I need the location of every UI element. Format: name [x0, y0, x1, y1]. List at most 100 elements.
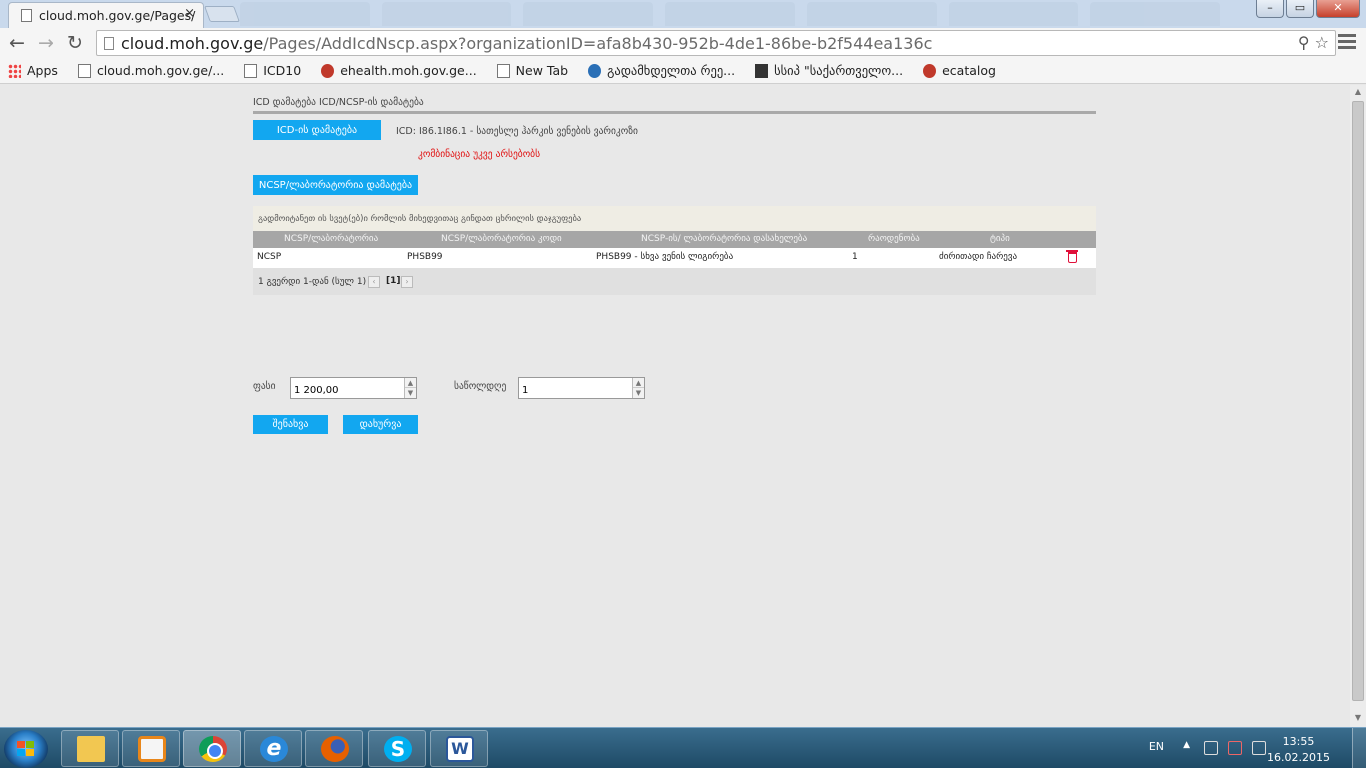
taskbar-skype[interactable]: S: [368, 730, 426, 767]
bookmark-label: New Tab: [515, 63, 569, 78]
minimize-button[interactable]: –: [1256, 0, 1284, 18]
add-ncsp-button[interactable]: NCSP/ლაბორატორია დამატება: [253, 175, 418, 195]
cell-code: PHSB99: [407, 252, 443, 262]
taskbar-explorer[interactable]: [61, 730, 119, 767]
bookmark-label: cloud.moh.gov.ge/...: [96, 63, 225, 78]
price-input[interactable]: [291, 380, 416, 401]
save-button[interactable]: შენახვა: [253, 415, 328, 434]
bookmark-item[interactable]: Apps: [8, 63, 58, 78]
pager-next-button[interactable]: ›: [401, 276, 413, 288]
price-stepper[interactable]: ▲▼: [290, 377, 417, 401]
column-header-quantity[interactable]: რაოდენობა: [868, 234, 920, 244]
scroll-up-icon[interactable]: ▲: [1350, 87, 1366, 101]
system-tray: EN ▲ 13:55 16.02.2015: [1126, 728, 1366, 768]
price-label: ფასი: [253, 381, 276, 392]
page-icon: [77, 63, 91, 78]
chrome-menu-icon[interactable]: [1338, 34, 1356, 52]
bookmark-label: გადამხდელთა რეე...: [607, 63, 736, 78]
new-tab-button[interactable]: [204, 6, 240, 22]
bookmark-item[interactable]: ICD10: [244, 63, 301, 78]
show-desktop-button[interactable]: [1352, 728, 1366, 768]
folder-icon: [77, 736, 105, 762]
delete-row-trash-icon[interactable]: [1066, 250, 1078, 263]
page-info-icon: [104, 37, 114, 50]
tab-title: cloud.moh.gov.ge/Pages/: [39, 8, 196, 23]
clock-time: 13:55: [1282, 735, 1315, 748]
price-increment-icon[interactable]: ▲: [405, 378, 416, 388]
address-bar[interactable]: cloud.moh.gov.ge/Pages/AddIcdNscp.aspx?o…: [96, 30, 1336, 56]
cell-quantity: 1: [852, 252, 858, 262]
browser-tab-active[interactable]: cloud.moh.gov.ge/Pages/ ×: [8, 2, 204, 28]
back-arrow-icon[interactable]: ←: [6, 32, 28, 54]
taskbar-firefox[interactable]: [305, 730, 363, 767]
column-header-name[interactable]: NCSP-ის/ ლაბორატორია დასახელება: [641, 234, 807, 244]
start-button[interactable]: [4, 730, 48, 768]
taskbar-media-player[interactable]: [122, 730, 180, 767]
taskbar-internet-explorer[interactable]: e: [244, 730, 302, 767]
windows-logo-icon: [17, 741, 35, 757]
network-icon[interactable]: [1204, 741, 1218, 755]
bookmark-label: ICD10: [263, 63, 302, 78]
taskbar-chrome[interactable]: [183, 730, 241, 767]
globe-icon: [588, 63, 602, 78]
breadcrumb-divider: [253, 111, 1096, 114]
column-header-type[interactable]: ტიპი: [990, 234, 1010, 244]
internet-explorer-icon: e: [260, 736, 288, 762]
column-header-code[interactable]: NCSP/ლაბორატორია კოდი: [441, 234, 562, 244]
page-icon: [244, 63, 258, 78]
ecatalog-icon: [923, 63, 937, 78]
table-row[interactable]: NCSP PHSB99 PHSB99 - სხვა ვენის ლიგირება…: [253, 248, 1096, 268]
bookmark-label: ehealth.moh.gov.ge...: [340, 63, 477, 78]
icd-info-text: ICD: I86.1I86.1 - სათესლე ჰარკის ვენების…: [396, 126, 638, 137]
page-breadcrumb: ICD დამატება ICD/NCSP-ის დამატება: [253, 97, 424, 108]
page-icon: [496, 63, 510, 78]
maximize-button[interactable]: ▭: [1286, 0, 1314, 18]
taskbar-word[interactable]: W: [430, 730, 488, 767]
cell-name: PHSB99 - სხვა ვენის ლიგირება: [596, 252, 734, 262]
tab-close-icon[interactable]: ×: [184, 6, 195, 21]
power-icon[interactable]: [1252, 741, 1266, 755]
bookmark-item[interactable]: ehealth.moh.gov.ge...: [321, 63, 477, 78]
zoom-icon[interactable]: ⚲: [1298, 33, 1310, 52]
volume-muted-icon[interactable]: [1228, 741, 1242, 755]
bookmark-item[interactable]: სსიპ "საქართველო...: [755, 63, 903, 78]
grid-group-hint[interactable]: გადმოიტანეთ ის სვეტ(ებ)ი რომლის მიხედვით…: [253, 206, 1096, 231]
grid-pager: 1 გვერდი 1-დან (სულ 1) ‹ [1] ›: [253, 268, 1096, 295]
column-header-ncsp[interactable]: NCSP/ლაბორატორია: [284, 234, 378, 244]
scroll-down-icon[interactable]: ▼: [1350, 713, 1366, 727]
bookmark-item[interactable]: New Tab: [496, 63, 569, 78]
combination-exists-warning: კომბინაცია უკვე არსებობს: [418, 149, 541, 160]
duration-stepper[interactable]: ▲▼: [518, 377, 645, 401]
bookmark-star-icon[interactable]: ☆: [1315, 33, 1329, 52]
window-controls: – ▭ ✕: [1256, 0, 1360, 18]
close-button[interactable]: დახურვა: [343, 415, 418, 434]
system-clock[interactable]: 13:55 16.02.2015: [1267, 734, 1330, 766]
scrollbar-thumb[interactable]: [1352, 101, 1364, 701]
bookmark-item[interactable]: გადამხდელთა რეე...: [588, 63, 735, 78]
clock-date: 16.02.2015: [1267, 751, 1330, 764]
browser-toolbar: ← → ↻ cloud.moh.gov.ge/Pages/AddIcdNscp.…: [0, 28, 1366, 58]
windows-taskbar: e S W EN ▲ 13:55 16.02.2015: [0, 727, 1366, 768]
reload-icon[interactable]: ↻: [64, 32, 86, 54]
window-titlebar: cloud.moh.gov.ge/Pages/ × – ▭ ✕: [0, 0, 1366, 28]
word-icon: W: [446, 736, 474, 762]
building-icon: [755, 63, 769, 78]
duration-label: საწოლდღე: [454, 381, 507, 392]
language-indicator[interactable]: EN: [1149, 740, 1164, 753]
price-decrement-icon[interactable]: ▼: [405, 388, 416, 398]
pager-prev-button[interactable]: ‹: [368, 276, 380, 288]
forward-arrow-icon[interactable]: →: [35, 32, 57, 54]
add-icd-button[interactable]: ICD-ის დამატება: [253, 120, 381, 140]
window-close-button[interactable]: ✕: [1316, 0, 1360, 18]
vertical-scrollbar[interactable]: ▲ ▼: [1350, 85, 1366, 727]
bookmark-item[interactable]: ecatalog: [923, 63, 996, 78]
show-hidden-icons-icon[interactable]: ▲: [1183, 740, 1190, 750]
bookmark-item[interactable]: cloud.moh.gov.ge/...: [77, 63, 225, 78]
duration-decrement-icon[interactable]: ▼: [633, 388, 644, 398]
bookmark-label: სსიპ "საქართველო...: [774, 63, 904, 78]
duration-input[interactable]: [519, 380, 644, 401]
url-host: cloud.moh.gov.ge: [121, 34, 264, 53]
duration-increment-icon[interactable]: ▲: [633, 378, 644, 388]
pager-current-page[interactable]: [1]: [386, 276, 401, 286]
bookmark-label: Apps: [27, 63, 58, 78]
